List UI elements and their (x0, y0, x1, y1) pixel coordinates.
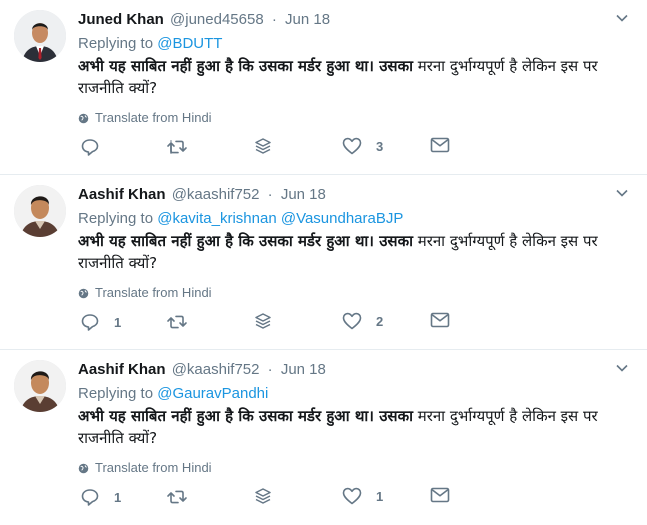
reply-count: 1 (114, 314, 122, 330)
chevron-down-icon[interactable] (615, 11, 629, 25)
heart-icon (342, 137, 362, 155)
separator-dot: · (271, 11, 277, 28)
separator-dot: · (267, 361, 273, 378)
reply-icon (81, 489, 99, 506)
author-name[interactable]: Aashif Khan (78, 186, 166, 203)
retweet-button[interactable] (166, 312, 202, 332)
mention-link[interactable]: @VasundharaBJP (281, 210, 404, 227)
reply-button[interactable]: 1 (80, 487, 121, 507)
retweet-icon (167, 140, 187, 154)
envelope-icon (430, 487, 450, 503)
retweet-icon (167, 315, 187, 329)
direct-message-button[interactable] (430, 137, 450, 153)
reply-count: 1 (114, 489, 122, 505)
author-handle[interactable]: @juned45658 (170, 11, 264, 28)
heart-icon (342, 312, 362, 330)
heart-icon (342, 487, 362, 505)
tweet[interactable]: Aashif Khan @kaashif752 · Jun 18 Replyin… (0, 175, 647, 350)
tweet-text: अभी यह साबित नहीं हुआ है कि उसका मर्डर ह… (78, 55, 633, 99)
translate-label: Translate from Hindi (95, 110, 212, 125)
tweet-feed: Juned Khan @juned45658 · Jun 18 Replying… (0, 0, 647, 525)
translate-link[interactable]: Translate from Hindi (78, 285, 633, 301)
tweet-time[interactable]: Jun 18 (281, 361, 326, 378)
stack-icon (255, 313, 271, 329)
author-handle[interactable]: @kaashif752 (172, 186, 260, 203)
author-name[interactable]: Aashif Khan (78, 361, 166, 378)
direct-message-button[interactable] (430, 312, 450, 328)
retweet-button[interactable] (166, 137, 202, 157)
chevron-down-icon[interactable] (615, 186, 629, 200)
avatar[interactable] (14, 360, 66, 412)
author-name[interactable]: Juned Khan (78, 11, 164, 28)
stack-button[interactable] (254, 487, 272, 505)
reply-icon (81, 139, 99, 156)
direct-message-button[interactable] (430, 487, 450, 503)
separator-dot: · (267, 186, 273, 203)
stack-button[interactable] (254, 312, 272, 330)
reply-button[interactable] (80, 137, 114, 157)
like-count: 3 (376, 138, 384, 154)
translate-label: Translate from Hindi (95, 285, 212, 300)
tweet-text: अभी यह साबित नहीं हुआ है कि उसका मर्डर ह… (78, 230, 633, 274)
like-button[interactable]: 3 (342, 137, 383, 155)
envelope-icon (430, 137, 450, 153)
globe-icon (78, 288, 89, 298)
replying-to-label: Replying to (78, 210, 154, 227)
mention-link[interactable]: @GauravPandhi (157, 385, 268, 402)
like-count: 1 (376, 488, 384, 504)
stack-icon (255, 488, 271, 504)
tweet-text-bold: अभी यह साबित नहीं हुआ है कि उसका मर्डर ह… (78, 57, 413, 75)
tweet[interactable]: Juned Khan @juned45658 · Jun 18 Replying… (0, 0, 647, 175)
stack-button[interactable] (254, 137, 272, 155)
replying-to: Replying to @kavita_krishnan @Vasundhara… (78, 209, 633, 229)
globe-icon (78, 113, 89, 123)
mention-link[interactable]: @BDUTT (157, 35, 222, 52)
translate-link[interactable]: Translate from Hindi (78, 460, 633, 476)
tweet-time[interactable]: Jun 18 (281, 186, 326, 203)
reply-button[interactable]: 1 (80, 312, 121, 332)
avatar[interactable] (14, 185, 66, 237)
tweet-text: अभी यह साबित नहीं हुआ है कि उसका मर्डर ह… (78, 405, 633, 449)
like-button[interactable]: 1 (342, 487, 383, 505)
globe-icon (78, 463, 89, 473)
retweet-icon (167, 490, 187, 504)
envelope-icon (430, 312, 450, 328)
translate-link[interactable]: Translate from Hindi (78, 110, 633, 126)
stack-icon (255, 138, 271, 154)
replying-to-label: Replying to (78, 35, 154, 52)
mention-link[interactable]: @kavita_krishnan (157, 210, 276, 227)
chevron-down-icon[interactable] (615, 361, 629, 375)
tweet-time[interactable]: Jun 18 (285, 11, 330, 28)
like-count: 2 (376, 313, 384, 329)
replying-to: Replying to @GauravPandhi (78, 384, 633, 404)
like-button[interactable]: 2 (342, 312, 383, 330)
author-handle[interactable]: @kaashif752 (172, 361, 260, 378)
replying-to-label: Replying to (78, 385, 154, 402)
replying-to: Replying to @BDUTT (78, 34, 633, 54)
translate-label: Translate from Hindi (95, 460, 212, 475)
reply-icon (81, 314, 99, 331)
retweet-button[interactable] (166, 487, 202, 507)
avatar[interactable] (14, 10, 66, 62)
tweet-text-bold: अभी यह साबित नहीं हुआ है कि उसका मर्डर ह… (78, 407, 413, 425)
tweet[interactable]: Aashif Khan @kaashif752 · Jun 18 Replyin… (0, 350, 647, 525)
tweet-text-bold: अभी यह साबित नहीं हुआ है कि उसका मर्डर ह… (78, 232, 413, 250)
